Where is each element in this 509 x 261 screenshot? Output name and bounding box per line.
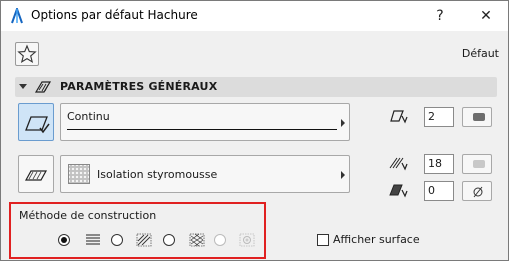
fill-pen-color-button[interactable] [462, 154, 492, 174]
window-title: Options par défaut Hachure [31, 8, 198, 22]
dialog-window: Options par défaut Hachure ? ✕ Défaut PA… [0, 0, 509, 261]
line-pen-color-button[interactable] [462, 107, 492, 127]
method-radio-pattern[interactable] [163, 234, 175, 246]
fill-pen-field[interactable]: 18 [424, 154, 454, 174]
title-bar: Options par défaut Hachure ? ✕ [1, 1, 508, 31]
line-fill-check-icon [25, 116, 50, 134]
background-pen-transparent-button[interactable] [462, 181, 492, 201]
show-surface-label[interactable]: Afficher surface [333, 233, 420, 246]
fill-hatch-icon [24, 170, 48, 181]
method-radio-hatch[interactable] [111, 234, 123, 246]
fill-mode-button[interactable] [18, 155, 54, 193]
line-pen-icon [390, 110, 408, 124]
line-sample-preview [67, 129, 337, 130]
hatch-section-icon [34, 81, 52, 93]
section-title: PARAMÈTRES GÉNÉRAUX [60, 80, 218, 93]
crosshatch-pattern-icon [189, 233, 205, 247]
line-type-mode-button[interactable] [18, 103, 54, 141]
image-fill-icon [239, 233, 255, 247]
fill-pen-icon [389, 157, 408, 171]
default-label: Défaut [461, 47, 499, 60]
pen-color-swatch [473, 160, 485, 168]
fill-type-popup[interactable]: Isolation styromousse [60, 155, 350, 193]
fill-pattern-swatch [68, 164, 90, 184]
star-icon [17, 44, 37, 63]
archicad-logo-icon [11, 8, 23, 24]
close-button[interactable]: ✕ [475, 6, 497, 26]
background-pen-icon [389, 184, 408, 198]
diagonal-hatch-icon [136, 233, 152, 247]
method-radio-lines[interactable] [58, 234, 70, 246]
horizontal-lines-icon [86, 234, 100, 245]
line-pen-field[interactable]: 2 [424, 107, 454, 127]
show-surface-checkbox[interactable] [317, 234, 329, 246]
background-pen-field[interactable]: 0 [424, 181, 454, 201]
empty-set-icon [473, 186, 483, 198]
popup-arrow-icon [341, 119, 345, 127]
help-button[interactable]: ? [429, 6, 451, 26]
general-settings-header[interactable]: PARAMÈTRES GÉNÉRAUX [15, 77, 497, 97]
construction-method-title: Méthode de construction [19, 209, 157, 222]
pen-color-swatch [473, 113, 485, 121]
line-type-popup[interactable]: Continu [60, 103, 350, 141]
construction-method-group: Méthode de construction [9, 202, 266, 259]
popup-arrow-icon [341, 171, 345, 179]
method-radio-image[interactable] [214, 234, 226, 246]
line-type-value: Continu [67, 110, 110, 123]
collapse-triangle-icon[interactable] [19, 84, 27, 89]
fill-type-value: Isolation styromousse [97, 168, 218, 181]
favorites-button[interactable] [15, 42, 39, 66]
